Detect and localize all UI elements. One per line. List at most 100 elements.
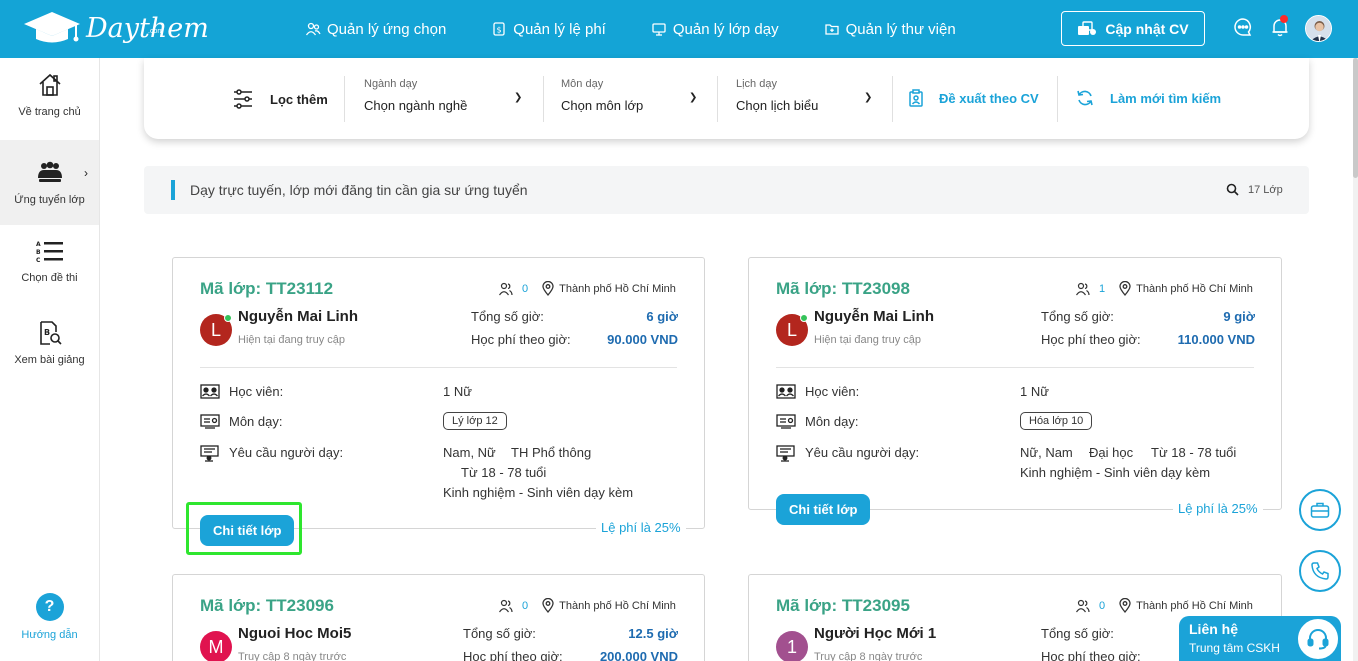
refresh-search-button[interactable]: Làm mới tìm kiếm	[1076, 89, 1221, 107]
subject-tag: Lý lớp 12	[443, 412, 507, 430]
accent-bar	[171, 180, 175, 200]
chat-icon[interactable]	[1233, 17, 1253, 37]
chevron-down-icon: ❯	[689, 92, 698, 103]
class-meta: 0 Thành phố Hồ Chí Minh	[498, 598, 676, 613]
class-meta: 0 Thành phố Hồ Chí Minh	[1075, 598, 1253, 613]
fee-per-hour-value: 110.000 VND	[1177, 332, 1255, 347]
contact-title: Liên hệ	[1189, 621, 1239, 637]
suggest-by-cv-label: Đề xuất theo CV	[939, 90, 1039, 106]
class-count[interactable]: 17 Lớp	[1226, 183, 1283, 196]
class-city: Thành phố Hồ Chí Minh	[1136, 282, 1253, 295]
requirements-label: Yêu cầu người dạy:	[229, 445, 344, 460]
briefcase-button[interactable]	[1299, 489, 1341, 531]
svg-text:A: A	[36, 241, 41, 248]
total-hours-label: Tổng số giờ:	[471, 309, 544, 324]
location-pin-icon	[542, 598, 554, 613]
teacher-requirements-icon	[200, 445, 219, 462]
industry-dropdown[interactable]: Ngành dạy Chọn ngành nghề ❯	[364, 78, 528, 113]
subject-value: Chọn môn lớp	[561, 98, 644, 113]
class-detail-label: Chi tiết lớp	[789, 502, 858, 517]
class-city: Thành phố Hồ Chí Minh	[559, 282, 676, 295]
nav-applications[interactable]: Quản lý ứng chọn	[305, 21, 446, 38]
access-status: Hiện tại đang truy cập	[238, 334, 346, 346]
class-code: Mã lớp: TT23112	[200, 279, 334, 298]
chevron-right-icon: ›	[84, 166, 88, 180]
class-detail-label: Chi tiết lớp	[213, 523, 282, 538]
avatar-letter: L	[210, 319, 221, 340]
fee-per-hour-label: Học phí theo giờ:	[471, 332, 571, 347]
divider	[1057, 76, 1058, 122]
applicant-count: 0	[522, 599, 529, 612]
home-icon	[38, 73, 61, 96]
nav-library-label: Quản lý thư viện	[845, 20, 956, 38]
sidebar-item-home[interactable]: Về trang chủ	[0, 72, 99, 142]
more-filters-button[interactable]: Lọc thêm	[232, 88, 328, 110]
applicants-icon	[499, 282, 513, 295]
subject-label: Môn dạy:	[229, 414, 283, 429]
cv-icon	[1078, 20, 1097, 35]
avatar: L	[200, 314, 232, 346]
nav-applications-label: Quản lý ứng chọn	[327, 20, 447, 38]
scrollbar-thumb[interactable]	[1353, 58, 1358, 178]
help-button[interactable]: ? Hướng dẫn	[0, 593, 99, 653]
total-hours-value: 9 giờ	[1223, 309, 1255, 324]
schedule-caption: Lịch dạy	[736, 78, 777, 90]
access-status: Truy cập 8 ngày trước	[814, 651, 923, 661]
divider	[717, 76, 718, 122]
avatar: 1	[776, 631, 808, 661]
total-hours-label: Tổng số giờ:	[463, 626, 536, 641]
lesson-icon: B	[39, 321, 62, 345]
class-city: Thành phố Hồ Chí Minh	[1136, 599, 1253, 612]
fee-per-hour-value: 90.000 VND	[607, 332, 678, 347]
nav-fees[interactable]: $ Quản lý lệ phí	[491, 21, 606, 38]
nav-classes[interactable]: Quản lý lớp dạy	[651, 21, 779, 38]
nav-fees-label: Quản lý lệ phí	[513, 20, 606, 38]
divider	[892, 76, 893, 122]
fee-per-hour-label: Học phí theo giờ:	[1041, 649, 1141, 661]
class-meta: 0 Thành phố Hồ Chí Minh	[498, 281, 676, 296]
subject-dropdown[interactable]: Môn dạy Chọn môn lớp ❯	[561, 78, 701, 113]
svg-text:B: B	[36, 249, 41, 256]
location-pin-icon	[542, 281, 554, 296]
main-nav: Quản lý ứng chọn $ Quản lý lệ phí Quản l…	[305, 0, 1001, 58]
scrollbar[interactable]	[1353, 58, 1358, 661]
avatar: M	[200, 631, 232, 661]
sidebar-item-apply[interactable]: Ứng tuyển lớp	[0, 140, 99, 225]
class-detail-button[interactable]: Chi tiết lớp	[776, 494, 871, 525]
total-hours-label: Tổng số giờ:	[1041, 309, 1114, 324]
svg-text:$: $	[497, 26, 502, 35]
fee-per-hour-label: Học phí theo giờ:	[1041, 332, 1141, 347]
fee-per-hour-value: 200.000 VND	[599, 649, 678, 661]
class-detail-button[interactable]: Chi tiết lớp	[200, 515, 295, 546]
industry-value: Chọn ngành nghề	[364, 98, 468, 113]
card-divider	[776, 367, 1254, 368]
contact-support-button[interactable]: Liên hệ Trung tâm CSKH	[1179, 616, 1341, 661]
update-cv-button[interactable]: Cập nhật CV	[1061, 11, 1205, 46]
subject-icon	[200, 414, 220, 429]
students-value: 1 Nữ	[443, 384, 472, 399]
info-text: Dạy trực tuyến, lớp mới đăng tin cần gia…	[190, 182, 528, 198]
applicant-count: 1	[1099, 282, 1106, 295]
nav-library[interactable]: Quản lý thư viện	[824, 21, 956, 38]
requirement-education: TH Phổ thông	[511, 445, 592, 460]
folder-icon	[824, 24, 839, 35]
class-code: Mã lớp: TT23095	[776, 596, 910, 615]
user-avatar[interactable]	[1305, 15, 1332, 42]
fee-rate: Lệ phí là 25%	[1173, 501, 1263, 516]
avatar: L	[776, 314, 808, 346]
logo[interactable]: Daythem	[22, 10, 209, 46]
phone-button[interactable]	[1299, 550, 1341, 592]
requirement-experience: Kinh nghiệm - Sinh viên dạy kèm	[443, 485, 634, 500]
contact-subtitle: Trung tâm CSKH	[1189, 641, 1280, 655]
schedule-dropdown[interactable]: Lịch dạy Chọn lịch biểu ❯	[736, 78, 876, 113]
class-code: Mã lớp: TT23096	[200, 596, 334, 615]
sidebar-item-apply-label: Ứng tuyển lớp	[14, 194, 85, 206]
suggest-by-cv-button[interactable]: Đề xuất theo CV	[909, 89, 1039, 107]
sidebar-item-lessons-label: Xem bài giảng	[14, 354, 85, 366]
sidebar-item-lessons[interactable]: B Xem bài giảng	[0, 320, 99, 390]
class-city: Thành phố Hồ Chí Minh	[559, 599, 676, 612]
sidebar-item-exam[interactable]: ABC Chọn đề thi	[0, 240, 99, 310]
info-bar: Dạy trực tuyến, lớp mới đăng tin cần gia…	[144, 166, 1309, 214]
card-divider	[200, 367, 677, 368]
people-icon	[305, 22, 321, 36]
